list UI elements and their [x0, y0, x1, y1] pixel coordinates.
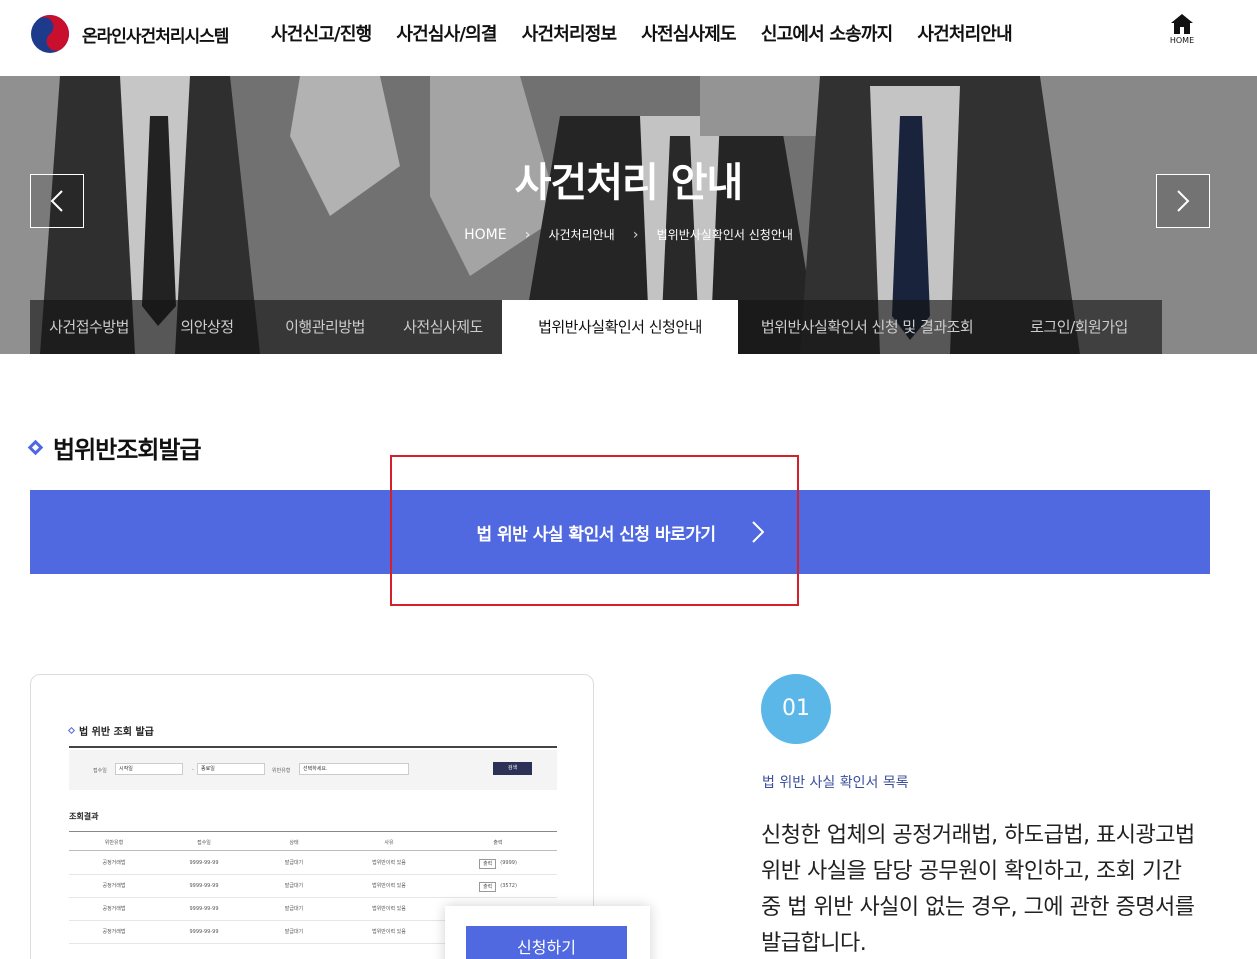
preview-cell: 발급대기 [284, 929, 304, 935]
preview-cell: 9999-99-99 [189, 906, 219, 912]
diamond-bullet-icon [67, 726, 76, 735]
tab-certificate-guide[interactable]: 법위반사실확인서 신청안내 [502, 300, 738, 354]
preview-title: 법 위반 조회 발급 [67, 723, 154, 738]
sub-tabs: 사건접수방법 의안상정 이행관리방법 사전심사제도 법위반사실확인서 신청안내 … [30, 300, 1162, 354]
tab-login[interactable]: 로그인/회원가입 [996, 300, 1162, 354]
apply-button[interactable]: 신청하기 [466, 926, 627, 959]
preview-cell: 공정거래법 [102, 860, 126, 866]
preview-cell: 출력 (9999) [439, 852, 557, 874]
tab-pre-review[interactable]: 사전심사제도 [384, 300, 502, 354]
preview-date-sep: - [192, 767, 194, 773]
preview-cell: 9999-99-99 [189, 860, 219, 866]
taegeuk-logo-icon [31, 15, 69, 53]
preview-table-divider [69, 831, 557, 832]
diamond-bullet-icon [27, 439, 44, 456]
preview-divider [69, 746, 557, 748]
breadcrumb-chevron-icon: › [632, 226, 639, 243]
preview-cell: 법위반이력 있음 [372, 883, 406, 889]
preview-table-header: 위반유형 접수일 상태 사유 출력 [69, 835, 557, 851]
preview-cell: 법위반이력 있음 [372, 860, 406, 866]
page-title: 사건처리 안내 [514, 160, 744, 206]
preview-table-row: 공정거래법 9999-99-99 발급대기 법위반이력 있음 출력 (9999) [69, 852, 557, 875]
preview-cell: 법위반이력 있음 [372, 906, 406, 912]
step-label: 법 위반 사실 확인서 목록 [762, 775, 909, 791]
chevron-right-icon [1177, 190, 1190, 212]
preview-label-date: 접수일 [93, 768, 107, 774]
tab-compliance[interactable]: 이행관리방법 [266, 300, 384, 354]
breadcrumb-home[interactable]: HOME [464, 227, 506, 243]
nav-item-review[interactable]: 사건심사/의결 [396, 20, 497, 46]
logo-text: 온라인사건처리시스템 [82, 26, 229, 47]
header: 온라인사건처리시스템 사건신고/진행 사건심사/의결 사건처리정보 사전심사제도… [0, 0, 1257, 76]
step-description: 신청한 업체의 공정거래법, 하도급법, 표시광고법 위반 사실을 담당 공무원… [761, 823, 1195, 956]
preview-cell: 공정거래법 [102, 906, 126, 912]
preview-count: (9999) [500, 860, 517, 866]
breadcrumb-current: 법위반사실확인서 신청안내 [656, 228, 793, 242]
site-logo[interactable]: 온라인사건처리시스템 [30, 14, 229, 54]
hero-banner: 사건처리 안내 HOME › 사건처리안내 › 법위반사실확인서 신청안내 사건… [0, 76, 1257, 354]
preview-col-header: 위반유형 [104, 840, 124, 846]
chevron-right-icon [751, 521, 764, 543]
preview-cell: 발급대기 [284, 906, 304, 912]
preview-col-header: 출력 [493, 840, 503, 846]
preview-cell: 9999-99-99 [189, 929, 219, 935]
preview-result-title: 조회결과 [69, 812, 99, 821]
preview-cell: 공정거래법 [102, 929, 126, 935]
nav-item-report[interactable]: 사건신고/진행 [271, 20, 372, 46]
next-page-button[interactable] [1156, 174, 1210, 228]
prev-page-button[interactable] [30, 174, 84, 228]
home-icon [1171, 14, 1193, 34]
preview-count: (3572) [500, 883, 517, 889]
section-heading: 법위반조회발급 [27, 430, 202, 465]
breadcrumb: HOME › 사건처리안내 › 법위반사실확인서 신청안내 [0, 226, 1257, 243]
home-label: HOME [1169, 36, 1195, 45]
preview-type-select: 선택하세요. [299, 763, 409, 775]
preview-title-text: 법 위반 조회 발급 [79, 727, 154, 738]
preview-cell: 공정거래법 [102, 883, 126, 889]
preview-start-date: 시작일 [115, 763, 183, 775]
preview-cell: 발급대기 [284, 883, 304, 889]
preview-label-type: 위반유형 [272, 768, 291, 774]
tab-agenda[interactable]: 의안상정 [148, 300, 266, 354]
preview-end-date: 종료일 [197, 763, 265, 775]
preview-search-button: 검색 [493, 762, 532, 775]
preview-print-button: 출력 [479, 881, 497, 892]
tab-certificate-apply[interactable]: 법위반사실확인서 신청 및 결과조회 [738, 300, 996, 354]
tab-receipt-method[interactable]: 사건접수방법 [30, 300, 148, 354]
preview-col-header: 상태 [289, 840, 299, 846]
nav-item-litigation[interactable]: 신고에서 소송까지 [761, 20, 893, 46]
breadcrumb-guide[interactable]: 사건처리안내 [548, 226, 614, 243]
chevron-left-icon [50, 190, 63, 212]
preview-col-header: 접수일 [197, 840, 211, 846]
home-button[interactable]: HOME [1162, 14, 1202, 45]
nav-item-guide[interactable]: 사건처리안내 [917, 20, 1012, 46]
nav-item-pre-review[interactable]: 사전심사제도 [641, 20, 736, 46]
preview-search-bar: 접수일 시작일 - 종료일 위반유형 선택하세요. 검색 [69, 750, 557, 790]
certificate-apply-shortcut-button[interactable]: 법 위반 사실 확인서 신청 바로가기 [30, 490, 1210, 574]
step-number-badge: 01 [761, 674, 831, 744]
preview-col-header: 사유 [384, 840, 394, 846]
main-nav: 사건신고/진행 사건심사/의결 사건처리정보 사전심사제도 신고에서 소송까지 … [271, 20, 1037, 46]
preview-print-button: 출력 [479, 858, 497, 869]
section-title: 법위반조회발급 [53, 436, 202, 464]
preview-cell: 법위반이력 있음 [372, 929, 406, 935]
preview-cell: 9999-99-99 [189, 883, 219, 889]
preview-cell: 출력 (3572) [439, 875, 557, 897]
preview-cell: 발급대기 [284, 860, 304, 866]
preview-table-row: 공정거래법 9999-99-99 발급대기 법위반이력 있음 출력 (3572) [69, 875, 557, 898]
cta-label: 법 위반 사실 확인서 신청 바로가기 [476, 524, 716, 545]
breadcrumb-chevron-icon: › [524, 226, 531, 243]
nav-item-info[interactable]: 사건처리정보 [522, 20, 617, 46]
